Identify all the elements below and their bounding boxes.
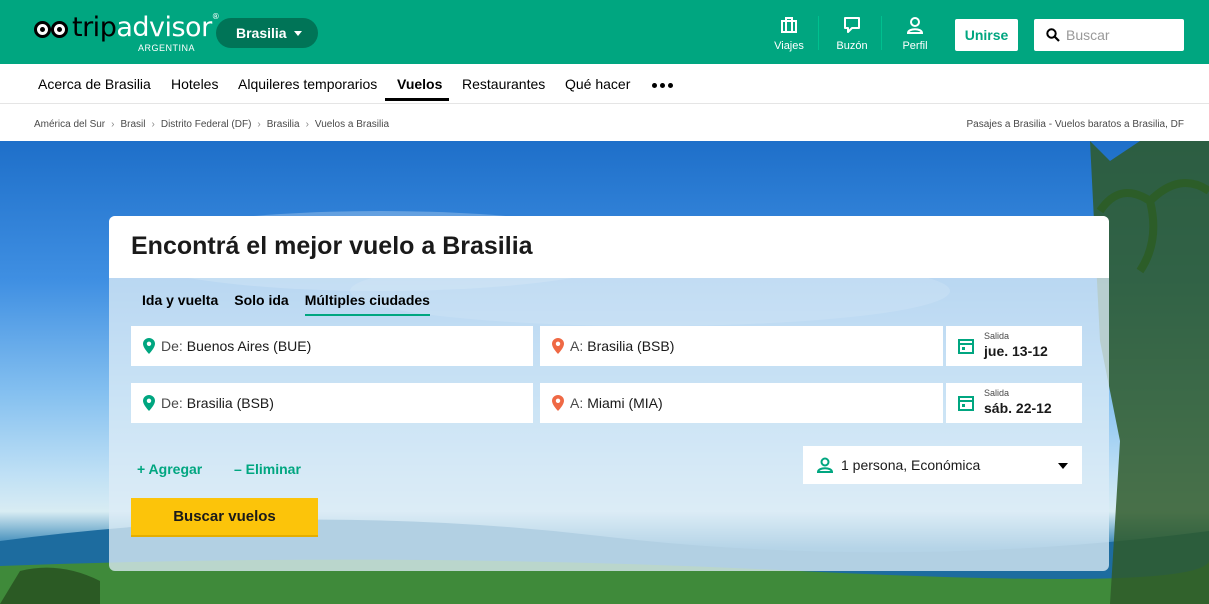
from-prefix: De: xyxy=(161,338,183,354)
chevron-down-icon xyxy=(1058,463,1068,469)
nav-item-about[interactable]: Acerca de Brasilia xyxy=(38,76,151,92)
departure-date-field[interactable]: Salida jue. 13-12 xyxy=(946,326,1082,366)
nav-item-things-to-do[interactable]: Qué hacer xyxy=(565,76,630,92)
tab-one-way[interactable]: Solo ida xyxy=(234,292,288,316)
map-pin-icon xyxy=(552,338,564,354)
nav-item-rentals[interactable]: Alquileres temporarios xyxy=(238,76,377,92)
nav-active-indicator xyxy=(385,98,449,101)
add-leg-button[interactable]: + Agregar xyxy=(137,461,202,477)
from-field[interactable]: De: Buenos Aires (BUE) xyxy=(131,326,533,366)
search-flights-button[interactable]: Buscar vuelos xyxy=(131,498,318,537)
breadcrumb-item[interactable]: Distrito Federal (DF) xyxy=(161,119,252,130)
more-icon[interactable] xyxy=(652,83,673,88)
top-header: tripadvisor® ARGENTINA Brasilia Viajes B… xyxy=(0,0,1209,64)
to-value: Miami (MIA) xyxy=(587,395,663,411)
from-prefix: De: xyxy=(161,395,183,411)
geo-selector[interactable]: Brasilia xyxy=(216,18,318,48)
flight-search-card: Encontrá el mejor vuelo a Brasilia Ida y… xyxy=(109,216,1109,571)
logo-wordmark: tripadvisor® xyxy=(72,12,220,43)
message-icon xyxy=(844,17,860,33)
search-icon xyxy=(1046,28,1060,42)
departure-date-field[interactable]: Salida sáb. 22-12 xyxy=(946,383,1082,423)
trips-button[interactable]: Viajes xyxy=(763,16,815,54)
page-subtitle: Pasajes a Brasilia - Vuelos baratos a Br… xyxy=(966,119,1185,130)
geo-label: Brasilia xyxy=(236,25,287,41)
date-value: sáb. 22-12 xyxy=(984,400,1052,416)
date-label: Salida xyxy=(984,388,1010,398)
to-prefix: A: xyxy=(570,338,584,354)
map-pin-icon xyxy=(143,338,155,354)
breadcrumb: América del Sur › Brasil › Distrito Federa… xyxy=(34,119,389,130)
date-value: jue. 13-12 xyxy=(984,343,1048,359)
card-header: Encontrá el mejor vuelo a Brasilia xyxy=(109,216,1109,278)
to-prefix: A: xyxy=(570,395,584,411)
breadcrumb-item: Vuelos a Brasilia xyxy=(314,119,390,130)
join-button[interactable]: Unirse xyxy=(955,19,1018,51)
logo-country: ARGENTINA xyxy=(138,43,196,53)
breadcrumb-item[interactable]: América del Sur xyxy=(34,119,105,130)
profile-label: Perfil xyxy=(902,40,928,52)
calendar-icon xyxy=(958,339,974,354)
calendar-icon xyxy=(958,396,974,411)
remove-leg-button[interactable]: – Eliminar xyxy=(234,461,301,477)
user-icon xyxy=(817,457,833,473)
breadcrumb-item[interactable]: Brasilia xyxy=(267,119,300,130)
chevron-right-icon: › xyxy=(305,119,309,130)
to-value: Brasilia (BSB) xyxy=(587,338,675,354)
divider xyxy=(818,16,819,50)
passengers-value: 1 persona, Económica xyxy=(841,457,981,473)
divider xyxy=(881,16,882,50)
breadcrumb-item[interactable]: Brasil xyxy=(120,119,145,130)
user-icon xyxy=(906,17,924,34)
nav-item-restaurants[interactable]: Restaurantes xyxy=(462,76,545,92)
map-pin-icon xyxy=(143,395,155,411)
main-nav: Acerca de Brasilia Hoteles Alquileres te… xyxy=(0,64,1209,104)
trips-label: Viajes xyxy=(774,40,804,52)
date-label: Salida xyxy=(984,331,1010,341)
nav-item-flights[interactable]: Vuelos xyxy=(397,76,442,92)
inbox-button[interactable]: Buzón xyxy=(826,16,878,54)
map-pin-icon xyxy=(552,395,564,411)
tab-multi-city[interactable]: Múltiples ciudades xyxy=(304,292,431,316)
tab-round-trip[interactable]: Ida y vuelta xyxy=(142,292,218,316)
chevron-down-icon xyxy=(293,30,302,36)
owl-eyes-icon xyxy=(34,21,70,39)
to-field[interactable]: A: Brasilia (BSB) xyxy=(540,326,943,366)
chevron-right-icon: › xyxy=(257,119,261,130)
from-field[interactable]: De: Brasilia (BSB) xyxy=(131,383,533,423)
page-title: Encontrá el mejor vuelo a Brasilia xyxy=(131,232,533,260)
from-value: Brasilia (BSB) xyxy=(186,395,274,411)
search-box[interactable] xyxy=(1034,19,1184,51)
profile-button[interactable]: Perfil xyxy=(889,16,941,54)
from-value: Buenos Aires (BUE) xyxy=(186,338,312,354)
to-field[interactable]: A: Miami (MIA) xyxy=(540,383,943,423)
inbox-label: Buzón xyxy=(836,40,868,52)
nav-item-hotels[interactable]: Hoteles xyxy=(171,76,218,92)
chevron-right-icon: › xyxy=(111,119,115,130)
search-input[interactable] xyxy=(1066,27,1176,43)
passengers-select[interactable]: 1 persona, Económica xyxy=(803,446,1082,484)
trip-type-tabs: Ida y vuelta Solo ida Múltiples ciudades xyxy=(142,292,431,316)
chevron-right-icon: › xyxy=(151,119,155,130)
suitcase-icon xyxy=(781,17,797,33)
